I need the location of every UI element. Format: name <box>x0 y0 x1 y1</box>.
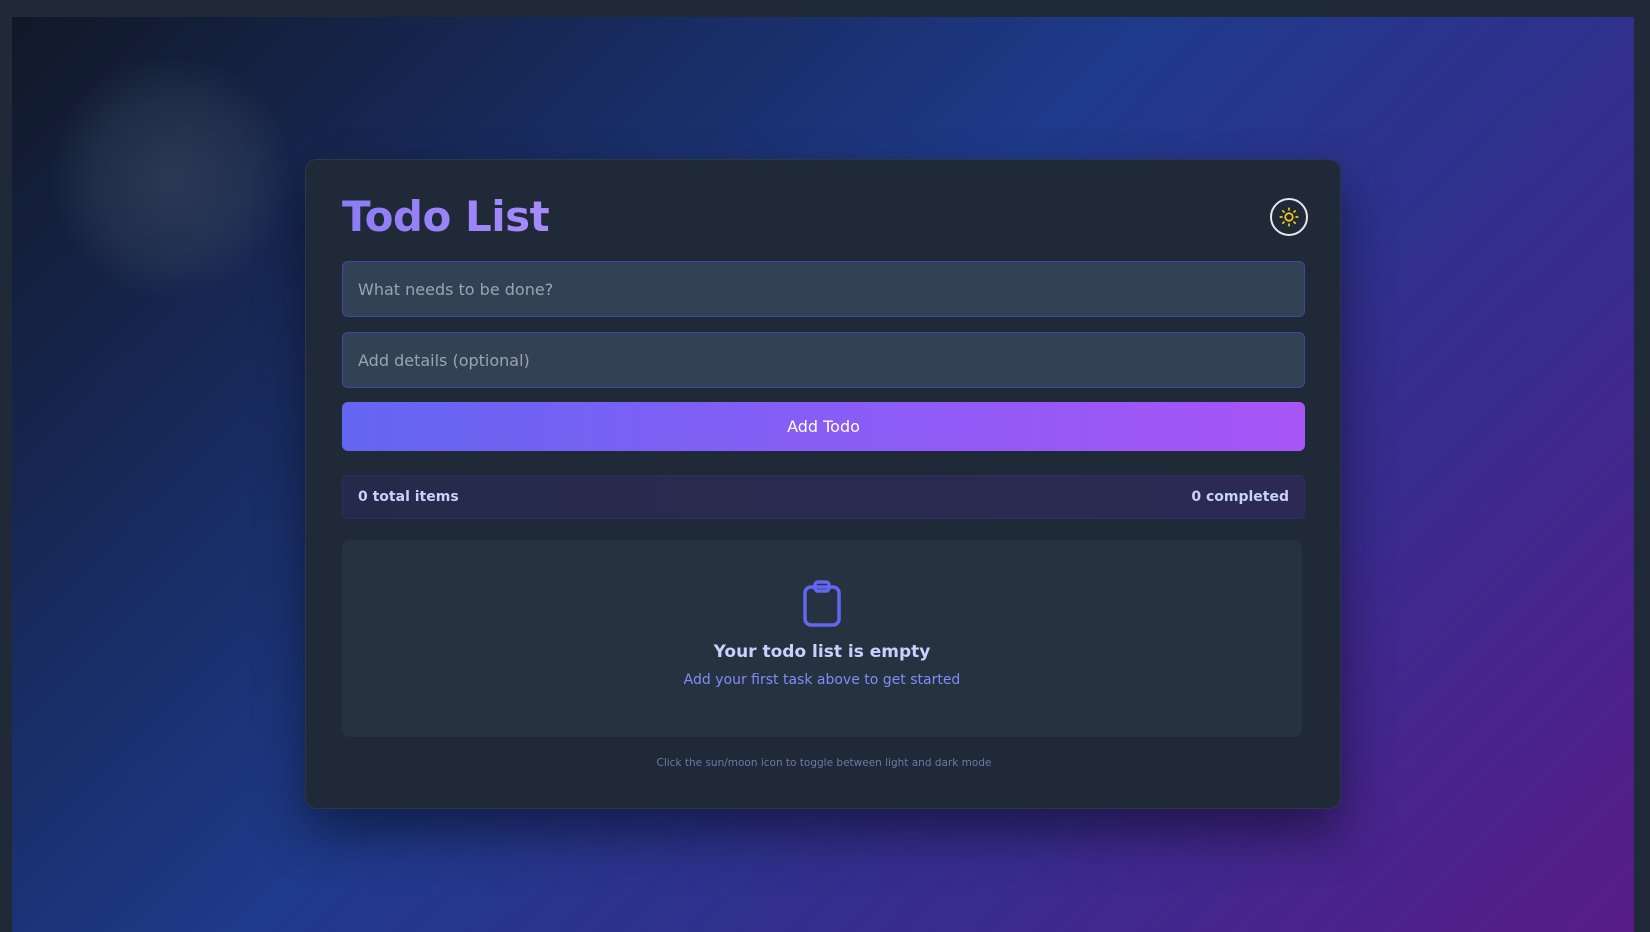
empty-state: Your todo list is empty Add your first t… <box>342 540 1302 737</box>
clipboard-icon <box>803 580 841 627</box>
page-title: Todo List <box>342 192 550 241</box>
stats-bar: 0 total items 0 completed <box>342 475 1305 519</box>
theme-toggle-button[interactable] <box>1270 198 1308 236</box>
theme-hint-text: Click the sun/moon icon to toggle betwee… <box>656 757 992 769</box>
todo-card: Todo List Add Todo 0 total items 0 compl… <box>305 159 1341 809</box>
app-background: Todo List Add Todo 0 total items 0 compl… <box>12 17 1634 932</box>
add-todo-button[interactable]: Add Todo <box>342 402 1305 451</box>
empty-state-subtitle: Add your first task above to get started <box>683 672 961 688</box>
completed-count: 0 completed <box>1191 489 1289 505</box>
todo-details-input[interactable] <box>342 332 1305 388</box>
empty-state-title: Your todo list is empty <box>713 642 931 662</box>
todo-title-input[interactable] <box>342 261 1305 317</box>
background-orb <box>52 57 292 297</box>
sun-icon <box>1279 207 1299 227</box>
total-items-count: 0 total items <box>358 489 459 505</box>
